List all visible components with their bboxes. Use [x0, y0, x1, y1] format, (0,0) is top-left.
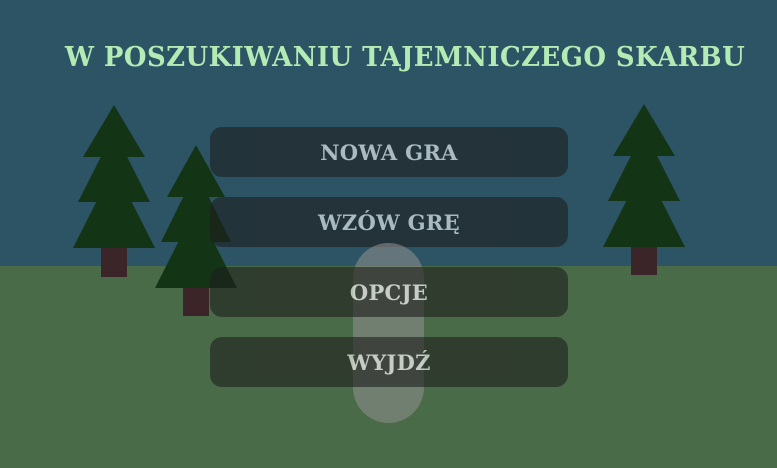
new-game-button[interactable]: NOWA GRA [210, 127, 568, 177]
options-label: OPCJE [349, 279, 429, 305]
quit-button[interactable]: WYJDŹ [210, 337, 568, 387]
pine-tree-left [73, 105, 155, 277]
game-title: W POSZUKIWANIU TAJEMNICZEGO SKARBU [64, 42, 746, 73]
quit-label: WYJDŹ [347, 349, 431, 375]
pine-tree-right [603, 104, 685, 275]
main-menu-screen: W POSZUKIWANIU TAJEMNICZEGO SKARBU NOWA … [0, 0, 777, 468]
options-button[interactable]: OPCJE [210, 267, 568, 317]
load-game-label: WZÓW GRĘ [318, 209, 460, 235]
load-game-button[interactable]: WZÓW GRĘ [210, 197, 568, 247]
new-game-label: NOWA GRA [320, 139, 458, 165]
